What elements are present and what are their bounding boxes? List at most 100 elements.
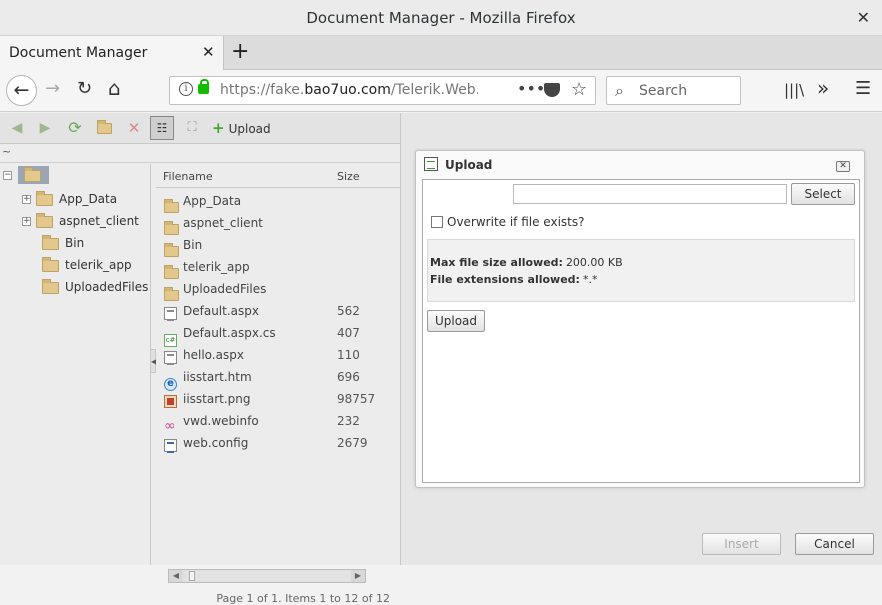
insert-button[interactable]: Insert [702,533,781,555]
file-size: 98757 [337,392,376,406]
file-path-input[interactable] [513,184,787,204]
info-icon[interactable]: i [179,82,193,96]
upload-limits: Max file size allowed: 200.00 KB File ext… [427,239,855,302]
tree-item-app-data[interactable]: + App_Data [22,188,117,210]
folder-icon [42,278,59,294]
file-size: 232 [337,414,360,428]
search-icon: ⌕ [615,81,624,100]
file-name: Bin [183,238,203,252]
toolbar-upload-label: Upload [228,122,271,136]
tree-item-label: telerik_app [65,258,132,272]
upload-button[interactable]: Upload [427,310,485,332]
overwrite-option[interactable]: Overwrite if file exists? [431,215,585,229]
file-name: App_Data [183,194,242,208]
select-button[interactable]: Select [791,183,855,205]
overflow-icon[interactable]: » [817,76,829,100]
file-explorer: ◀ ▶ ⟳ ✕ ☷ ⛶ + Upload ~ − + App_Data + aspne… [0,113,401,605]
file-row[interactable]: Default.aspx 562 [156,300,400,322]
max-size-line: Max file size allowed: 200.00 KB [430,256,623,269]
page-actions-icon[interactable]: ••• [517,79,545,98]
file-size: 2679 [337,436,368,450]
expand-icon[interactable]: + [22,217,31,226]
file-row[interactable]: iisstart.png 98757 [156,388,400,410]
file-size: 407 [337,326,360,340]
file-row[interactable]: UploadedFiles [156,278,400,301]
new-folder-icon[interactable] [95,119,113,137]
cancel-button[interactable]: Cancel [795,533,874,555]
file-size: 110 [337,348,360,362]
forward-icon[interactable]: → [45,78,60,99]
root-folder-selected[interactable] [18,166,49,184]
file-name: aspnet_client [183,216,263,230]
folder-icon [36,190,53,206]
upload-close-icon[interactable]: ✕ [836,161,850,172]
folder-icon [24,167,41,182]
extensions-value: *.* [582,273,598,286]
file-row[interactable]: telerik_app [156,256,400,279]
refresh-icon[interactable]: ⟳ [66,119,84,137]
expand-icon[interactable]: + [22,195,31,204]
upload-body: Select Overwrite if file exists? Max fil… [422,179,860,483]
column-filename[interactable]: Filename [163,170,213,183]
window-titlebar: Document Manager - Mozilla Firefox ✕ [0,0,882,36]
folder-icon [42,234,59,250]
document-manager: ◀ ▶ ⟳ ✕ ☷ ⛶ + Upload ~ − + App_Data + aspne… [0,113,882,605]
tree-item-aspnet-client[interactable]: + aspnet_client [22,210,139,232]
back-button[interactable]: ← [6,75,37,106]
file-name: vwd.webinfo [183,414,259,428]
tree-item-label: UploadedFiles [65,280,149,294]
upload-plus-icon: + [212,119,225,137]
menu-icon[interactable]: ☰ [855,78,871,99]
horizontal-scrollbar[interactable]: ◀ ▶ [168,569,366,583]
file-row[interactable]: Default.aspx.cs 407 [156,322,400,347]
column-size[interactable]: Size [337,170,360,183]
tree-item-label: Bin [65,236,85,250]
home-icon[interactable]: ⌂ [108,76,121,100]
tab-close-icon[interactable]: ✕ [202,43,215,61]
bookmark-star-icon[interactable]: ☆ [571,79,587,100]
search-placeholder: Search [639,83,688,99]
root-collapse-icon[interactable]: − [3,171,12,180]
toolbar-upload-button[interactable]: + Upload [212,119,271,137]
library-icon[interactable]: |||\ [784,81,804,99]
tree-item-label: App_Data [59,192,118,206]
file-row[interactable]: iisstart.htm 696 [156,366,400,391]
url-bar[interactable]: i https://fake.bao7uo.com/Telerik.Web.UI… [169,76,596,105]
max-size-label: Max file size allowed: [430,256,563,269]
forward-arrow-icon[interactable]: ▶ [36,119,54,137]
file-grid: Filename Size App_Data aspnet_client Bin te… [156,164,400,605]
scroll-left-icon[interactable]: ◀ [169,570,183,582]
tree-item-label: aspnet_client [59,214,139,228]
file-row[interactable]: vwd.webinfo 232 [156,410,400,432]
search-box[interactable]: ⌕ Search [606,76,741,105]
back-arrow-icon[interactable]: ◀ [8,119,26,137]
tree-item-bin[interactable]: Bin [42,232,84,254]
tab-label: Document Manager [9,45,148,61]
list-view-icon[interactable]: ☷ [150,116,174,140]
file-row[interactable]: aspnet_client [156,212,400,235]
tab-document-manager[interactable]: Document Manager ✕ [0,36,224,70]
file-name: hello.aspx [183,348,244,362]
scroll-thumb[interactable] [189,571,195,581]
tree-item-telerik-app[interactable]: telerik_app [42,254,132,276]
file-row[interactable]: web.config 2679 [156,432,400,454]
lock-icon [198,79,209,94]
file-row[interactable]: App_Data [156,190,400,213]
window-close-icon[interactable]: ✕ [857,0,870,36]
pocket-icon[interactable] [544,83,560,97]
file-row[interactable]: Bin [156,234,400,257]
file-row[interactable]: hello.aspx 110 [156,344,400,366]
upload-title: Upload [445,158,493,172]
tab-bar: Document Manager ✕ + [0,36,882,70]
thumbnail-view-icon[interactable]: ⛶ [183,119,201,137]
overwrite-checkbox[interactable] [431,216,443,228]
extensions-line: File extensions allowed: *.* [430,273,597,286]
url-text[interactable]: https://fake.bao7uo.com/Telerik.Web.UI [220,82,478,98]
scroll-right-icon[interactable]: ▶ [351,570,365,582]
new-tab-icon[interactable]: + [231,39,249,64]
cfg-file-icon [164,437,177,459]
delete-icon[interactable]: ✕ [125,119,143,137]
reload-icon[interactable]: ↻ [77,78,92,99]
tree-item-uploadedfiles[interactable]: UploadedFiles [42,276,148,298]
overwrite-label: Overwrite if file exists? [447,215,585,229]
